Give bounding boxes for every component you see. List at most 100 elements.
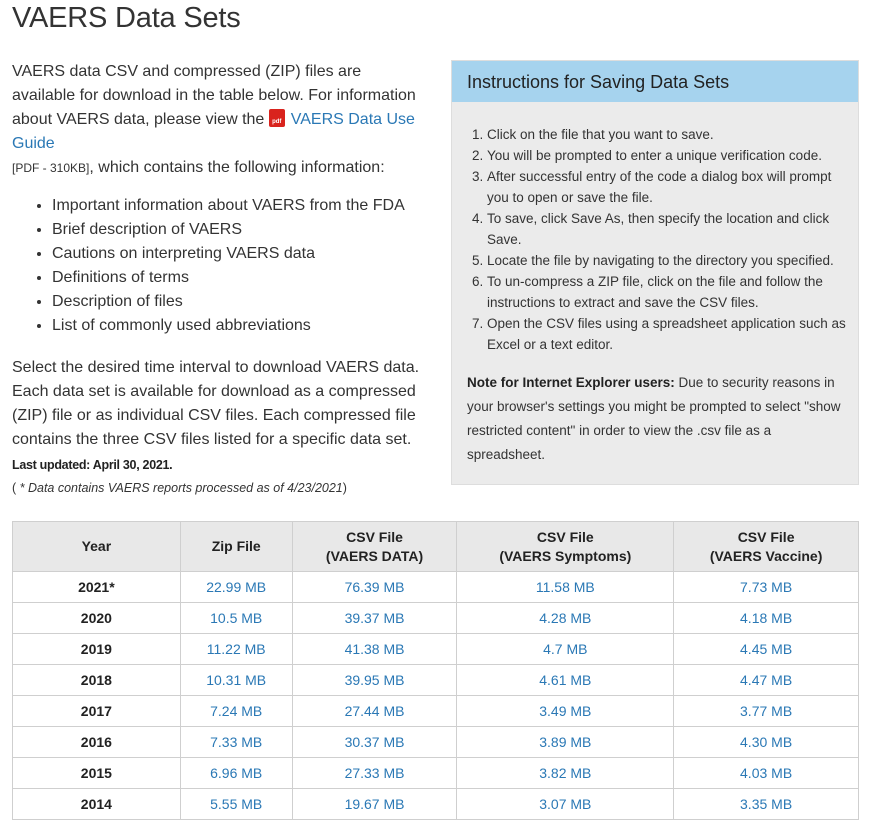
csv-vaccine-link[interactable]: 4.18 MB xyxy=(740,610,792,626)
csv-vaccine-link[interactable]: 3.77 MB xyxy=(740,703,792,719)
zip-file-link[interactable]: 6.96 MB xyxy=(210,765,262,781)
list-item: Brief description of VAERS xyxy=(52,218,427,242)
note-open-paren: ( xyxy=(12,481,20,495)
zip-file-link[interactable]: 7.33 MB xyxy=(210,734,262,750)
zip-file-link[interactable]: 10.5 MB xyxy=(210,610,262,626)
csv-symptoms-cell: 3.89 MB xyxy=(456,726,675,758)
table-row: 2018 10.31 MB 39.95 MB 4.61 MB 4.47 MB xyxy=(12,664,859,696)
csv-vaccine-cell: 4.47 MB xyxy=(673,664,859,696)
csv-data-link[interactable]: 27.33 MB xyxy=(345,765,405,781)
data-sets-table: Year Zip File CSV File (VAERS DATA) CSV F… xyxy=(12,521,859,820)
zip-file-link[interactable]: 7.24 MB xyxy=(210,703,262,719)
csv-vaccine-link[interactable]: 4.45 MB xyxy=(740,641,792,657)
guide-contents-list: Important information about VAERS from t… xyxy=(12,194,427,338)
csv-symptoms-cell: 4.28 MB xyxy=(456,602,675,634)
header-csv-symptoms: CSV File (VAERS Symptoms) xyxy=(456,521,675,572)
zip-cell: 11.22 MB xyxy=(179,633,293,665)
zip-cell: 7.24 MB xyxy=(179,695,293,727)
csv-vaccine-link[interactable]: 4.03 MB xyxy=(740,765,792,781)
csv-vaccine-cell: 3.35 MB xyxy=(673,788,859,820)
list-item: Important information about VAERS from t… xyxy=(52,194,427,218)
instruction-step: To save, click Save As, then specify the… xyxy=(487,208,848,250)
csv-data-link[interactable]: 30.37 MB xyxy=(345,734,405,750)
table-row: 2015 6.96 MB 27.33 MB 3.82 MB 4.03 MB xyxy=(12,757,859,789)
table-body: 2021* 22.99 MB 76.39 MB 11.58 MB 7.73 MB… xyxy=(12,571,859,820)
zip-cell: 7.33 MB xyxy=(179,726,293,758)
header-line: (VAERS DATA) xyxy=(325,547,424,564)
instruction-step: Open the CSV files using a spreadsheet a… xyxy=(487,313,848,355)
csv-data-link[interactable]: 39.95 MB xyxy=(345,672,405,688)
csv-symptoms-link[interactable]: 3.07 MB xyxy=(539,796,591,812)
pdf-icon-label: pdf xyxy=(272,119,282,125)
instruction-step: After successful entry of the code a dia… xyxy=(487,166,848,208)
csv-vaccine-link[interactable]: 4.30 MB xyxy=(740,734,792,750)
year-cell: 2014 xyxy=(12,788,181,820)
zip-file-link[interactable]: 5.55 MB xyxy=(210,796,262,812)
csv-data-cell: 39.95 MB xyxy=(291,664,458,696)
instruction-step: You will be prompted to enter a unique v… xyxy=(487,145,848,166)
header-csv-vaccine: CSV File (VAERS Vaccine) xyxy=(673,521,859,572)
year-cell: 2020 xyxy=(12,602,181,634)
year-cell: 2021* xyxy=(12,571,181,603)
csv-data-cell: 76.39 MB xyxy=(291,571,458,603)
csv-data-cell: 27.33 MB xyxy=(291,757,458,789)
csv-symptoms-link[interactable]: 4.28 MB xyxy=(539,610,591,626)
zip-file-link[interactable]: 11.22 MB xyxy=(207,641,266,657)
csv-symptoms-link[interactable]: 4.61 MB xyxy=(539,672,591,688)
csv-symptoms-link[interactable]: 3.49 MB xyxy=(539,703,591,719)
csv-symptoms-cell: 3.07 MB xyxy=(456,788,675,820)
csv-symptoms-cell: 4.61 MB xyxy=(456,664,675,696)
zip-file-link[interactable]: 10.31 MB xyxy=(206,672,266,688)
csv-symptoms-link[interactable]: 3.89 MB xyxy=(539,734,591,750)
csv-symptoms-link[interactable]: 4.7 MB xyxy=(543,641,587,657)
page-title: VAERS Data Sets xyxy=(12,2,241,34)
zip-cell: 22.99 MB xyxy=(179,571,293,603)
last-updated: Last updated: April 30, 2021. xyxy=(12,458,173,472)
year-cell: 2017 xyxy=(12,695,181,727)
csv-vaccine-link[interactable]: 7.73 MB xyxy=(740,579,792,595)
csv-symptoms-cell: 3.49 MB xyxy=(456,695,675,727)
csv-data-link[interactable]: 19.67 MB xyxy=(345,796,405,812)
header-line: CSV File xyxy=(346,528,403,545)
zip-cell: 10.31 MB xyxy=(179,664,293,696)
instruction-step: Click on the file that you want to save. xyxy=(487,124,848,145)
csv-vaccine-cell: 4.30 MB xyxy=(673,726,859,758)
table-row: 2020 10.5 MB 39.37 MB 4.28 MB 4.18 MB xyxy=(12,602,859,634)
zip-file-link[interactable]: 22.99 MB xyxy=(206,579,266,595)
csv-data-link[interactable]: 27.44 MB xyxy=(345,703,405,719)
header-zip-file: Zip File xyxy=(179,521,293,572)
csv-vaccine-link[interactable]: 3.35 MB xyxy=(740,796,792,812)
csv-symptoms-link[interactable]: 11.58 MB xyxy=(536,579,595,595)
csv-symptoms-link[interactable]: 3.82 MB xyxy=(539,765,591,781)
csv-data-cell: 30.37 MB xyxy=(291,726,458,758)
csv-symptoms-cell: 3.82 MB xyxy=(456,757,675,789)
year-cell: 2019 xyxy=(12,633,181,665)
intro-text-continued: , which contains the following informati… xyxy=(89,159,385,176)
instructions-header: Instructions for Saving Data Sets xyxy=(452,61,858,102)
year-cell: 2018 xyxy=(12,664,181,696)
list-item: List of commonly used abbreviations xyxy=(52,314,427,338)
header-line: CSV File xyxy=(536,528,594,545)
csv-data-link[interactable]: 41.38 MB xyxy=(345,641,405,657)
csv-vaccine-cell: 4.45 MB xyxy=(673,633,859,665)
ie-note: Note for Internet Explorer users: Due to… xyxy=(467,371,846,467)
csv-data-cell: 39.37 MB xyxy=(291,602,458,634)
intro-paragraph: VAERS data CSV and compressed (ZIP) file… xyxy=(12,60,427,180)
instruction-step: Locate the file by navigating to the dir… xyxy=(487,250,848,271)
header-line: CSV File xyxy=(737,528,795,545)
csv-vaccine-cell: 4.18 MB xyxy=(673,602,859,634)
table-header-row: Year Zip File CSV File (VAERS DATA) CSV F… xyxy=(12,521,859,572)
zip-cell: 6.96 MB xyxy=(179,757,293,789)
csv-data-cell: 19.67 MB xyxy=(291,788,458,820)
csv-vaccine-cell: 4.03 MB xyxy=(673,757,859,789)
csv-vaccine-cell: 7.73 MB xyxy=(673,571,859,603)
csv-data-link[interactable]: 39.37 MB xyxy=(345,610,405,626)
header-line: (VAERS Symptoms) xyxy=(499,547,632,564)
table-row: 2019 11.22 MB 41.38 MB 4.7 MB 4.45 MB xyxy=(12,633,859,665)
table-row: 2021* 22.99 MB 76.39 MB 11.58 MB 7.73 MB xyxy=(12,571,859,603)
pdf-size-note: [PDF - 310KB] xyxy=(12,161,90,175)
instruction-step: To un-compress a ZIP file, click on the … xyxy=(487,271,848,313)
csv-data-link[interactable]: 76.39 MB xyxy=(345,579,405,595)
header-year: Year xyxy=(12,521,181,572)
csv-vaccine-link[interactable]: 4.47 MB xyxy=(740,672,792,688)
